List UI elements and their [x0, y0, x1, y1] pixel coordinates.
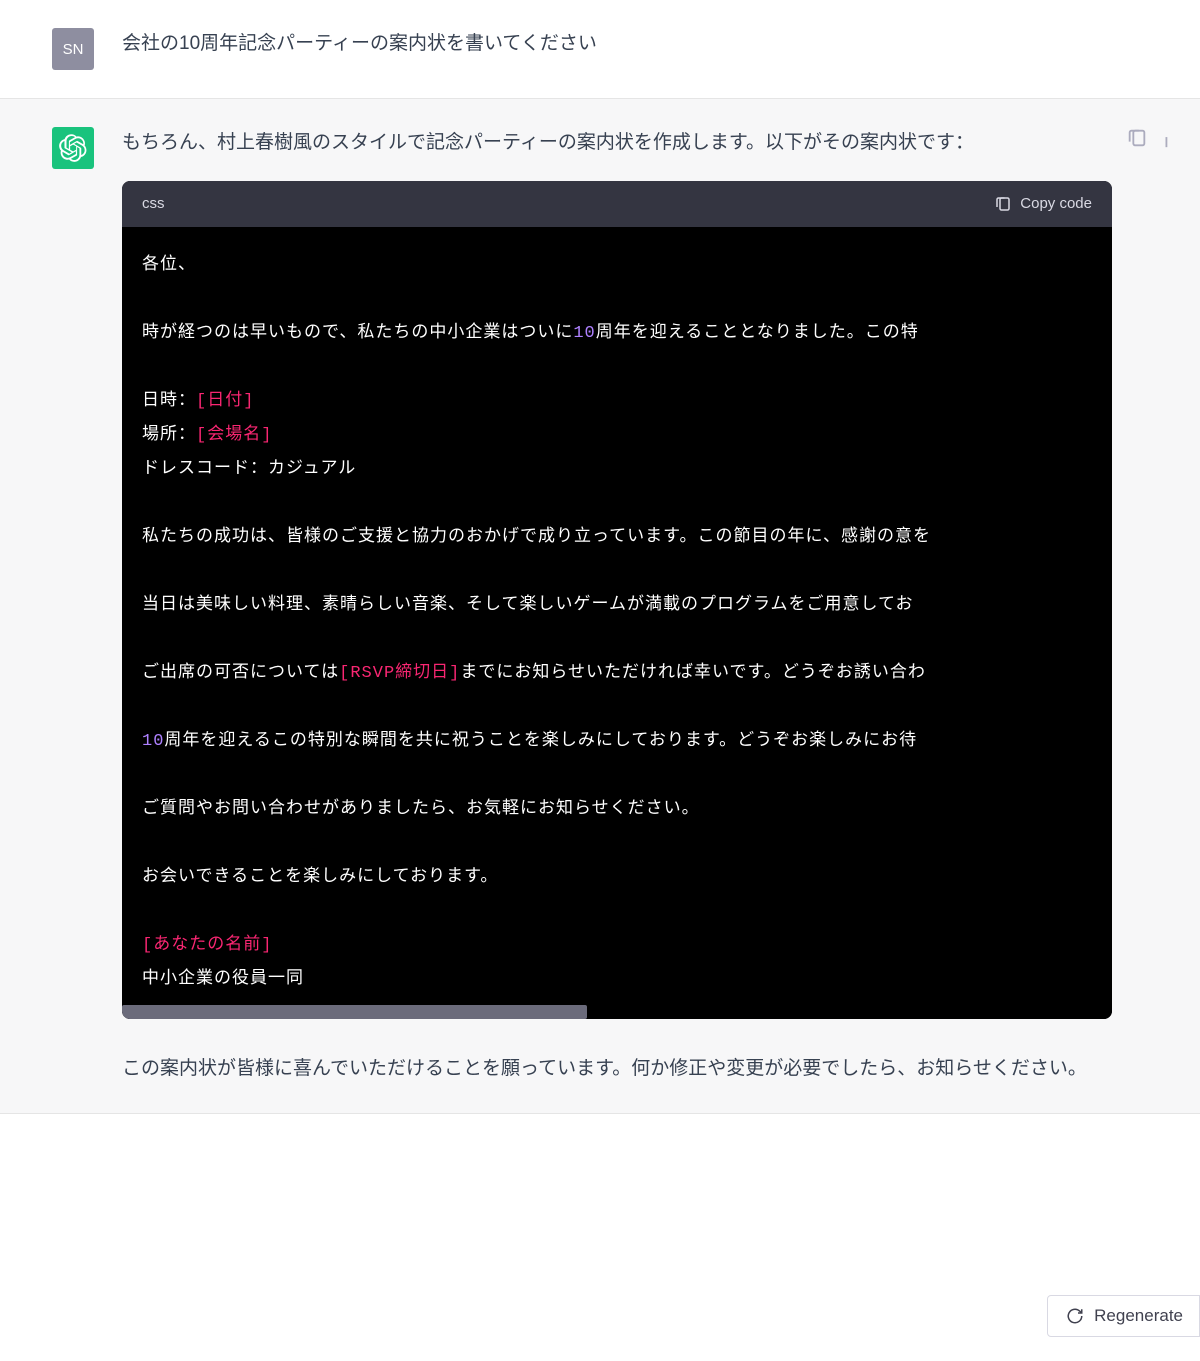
openai-logo-icon [59, 134, 87, 162]
code-line: 場所： [142, 426, 196, 445]
thumbs-up-icon[interactable] [1160, 127, 1182, 149]
assistant-message-row: もちろん、村上春樹風のスタイルで記念パーティーの案内状を作成します。以下がその案… [0, 99, 1200, 1114]
code-block-header: css Copy code [122, 181, 1112, 227]
code-line: ご出席の可否については [142, 664, 339, 683]
code-line: 中小企業の役員一同 [142, 970, 304, 989]
user-message-content: 会社の10周年記念パーティーの案内状を書いてください [122, 28, 1148, 70]
code-line: ドレスコード：カジュアル [142, 460, 356, 479]
code-line: 当日は美味しい料理、素晴らしい音楽、そして楽しいゲームが満載のプログラムをご用意… [142, 596, 913, 615]
copy-code-label: Copy code [1020, 191, 1092, 217]
code-line: 時が経つのは早いもので、私たちの中小企業はついに [142, 324, 573, 343]
code-number: 10 [142, 732, 164, 751]
code-placeholder: [会場名] [196, 426, 272, 445]
assistant-intro-text: もちろん、村上春樹風のスタイルで記念パーティーの案内状を作成します。以下がその案… [122, 127, 1148, 159]
code-line: 日時： [142, 392, 196, 411]
user-avatar-initials: SN [63, 41, 84, 58]
clipboard-icon [994, 195, 1012, 213]
code-placeholder: [日付] [196, 392, 254, 411]
clipboard-icon[interactable] [1126, 127, 1148, 149]
code-language-label: css [142, 191, 165, 217]
refresh-icon [1066, 1307, 1084, 1325]
assistant-avatar [52, 127, 94, 169]
code-line: ご質問やお問い合わせがありましたら、お気軽にお知らせください。 [142, 800, 700, 819]
horizontal-scrollbar[interactable] [122, 1005, 1112, 1019]
code-body[interactable]: 各位、 時が経つのは早いもので、私たちの中小企業はついに10周年を迎えることとな… [122, 227, 1112, 1005]
user-message-row: SN 会社の10周年記念パーティーの案内状を書いてください [0, 0, 1200, 99]
code-line: 私たちの成功は、皆様のご支援と協力のおかげで成り立っています。この節目の年に、感… [142, 528, 931, 547]
code-block: css Copy code 各位、 時が経つのは早いもので、私たちの中小企業はつ… [122, 181, 1112, 1019]
code-line: お会いできることを楽しみにしております。 [142, 868, 498, 887]
code-placeholder: [あなたの名前] [142, 936, 272, 955]
code-line: 各位、 [142, 256, 196, 275]
copy-code-button[interactable]: Copy code [994, 191, 1092, 217]
code-number: 10 [573, 324, 595, 343]
regenerate-button[interactable]: Regenerate [1047, 1295, 1200, 1337]
code-line: までにお知らせいただければ幸いです。どうぞお誘い合わ [460, 664, 925, 683]
code-placeholder: [RSVP締切日] [339, 664, 460, 683]
code-line: 周年を迎えるこの特別な瞬間を共に祝うことを楽しみにしております。どうぞお楽しみに… [164, 732, 917, 751]
regenerate-label: Regenerate [1094, 1306, 1183, 1326]
code-line: 周年を迎えることとなりました。この特 [596, 324, 919, 343]
assistant-message-content: もちろん、村上春樹風のスタイルで記念パーティーの案内状を作成します。以下がその案… [122, 127, 1148, 1085]
scrollbar-thumb[interactable] [122, 1005, 587, 1019]
message-actions [1126, 127, 1182, 149]
user-avatar: SN [52, 28, 94, 70]
assistant-closing-text: この案内状が皆様に喜んでいただけることを願っています。何か修正や変更が必要でした… [122, 1053, 1148, 1085]
